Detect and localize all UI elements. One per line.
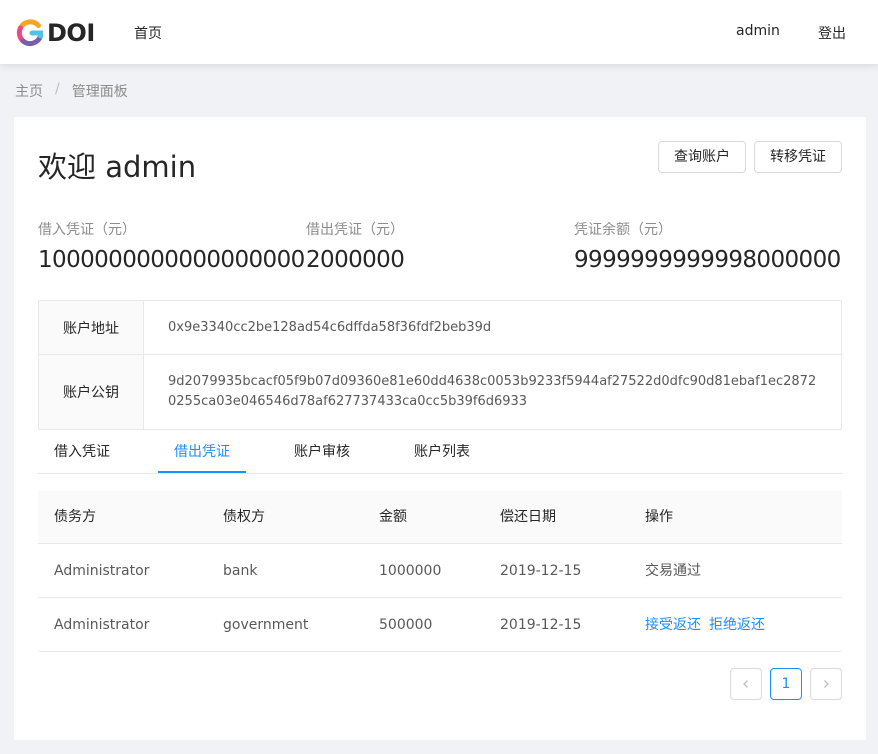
- current-user: admin: [736, 23, 780, 39]
- chevron-right-icon: [824, 680, 829, 688]
- table-row: Administrator government 500000 2019-12-…: [38, 598, 842, 652]
- logout-link[interactable]: 登出: [818, 23, 846, 43]
- dashboard-card: 欢迎 admin 查询账户 转移凭证 借入凭证（元） 1000000000000…: [14, 117, 866, 740]
- voucher-table: 债务方 债权方 金额 偿还日期 操作 Administrator bank 10…: [38, 491, 842, 652]
- stat-lent: 借出凭证（元） 2000000: [306, 219, 405, 273]
- transfer-voucher-button[interactable]: 转移凭证: [754, 141, 842, 173]
- column-header-debtor: 债务方: [54, 509, 96, 525]
- tab-lent[interactable]: 借出凭证: [158, 430, 246, 473]
- table-row: Administrator bank 1000000 2019-12-15 交易…: [38, 544, 842, 598]
- pagination-page-1[interactable]: 1: [770, 668, 802, 700]
- accept-return-link[interactable]: 接受返还: [645, 617, 701, 633]
- breadcrumb-dashboard: 管理面板: [71, 84, 128, 100]
- nav-home[interactable]: 首页: [134, 23, 162, 43]
- column-header-amount: 金额: [379, 509, 407, 525]
- account-address-row: 账户地址 0x9e3340cc2be128ad54c6dffda58f36fdf…: [39, 301, 841, 355]
- stat-label: 凭证余额（元）: [574, 222, 672, 238]
- cell-creditor: bank: [223, 563, 258, 579]
- cell-status: 交易通过: [645, 563, 701, 579]
- column-header-creditor: 债权方: [223, 509, 265, 525]
- cell-date: 2019-12-15: [500, 617, 582, 633]
- account-pubkey-value: 9d2079935bcacf05f9b07d09360e81e60dd4638c…: [168, 374, 817, 409]
- tab-account-list[interactable]: 账户列表: [398, 430, 486, 473]
- breadcrumb-separator: /: [55, 81, 60, 97]
- cell-amount: 1000000: [379, 563, 442, 579]
- cell-creditor: government: [223, 617, 309, 633]
- cell-date: 2019-12-15: [500, 563, 582, 579]
- stat-value: 9999999999998000000: [574, 247, 841, 273]
- column-header-date: 偿还日期: [500, 509, 556, 525]
- stat-borrowed: 借入凭证（元） 1000000000000000000: [38, 219, 305, 273]
- account-address-label: 账户地址: [39, 301, 144, 354]
- top-navbar: DOI 首页 admin 登出: [0, 0, 878, 64]
- table-header-row: 债务方 债权方 金额 偿还日期 操作: [38, 491, 842, 544]
- cell-debtor: Administrator: [54, 617, 150, 633]
- chevron-left-icon: [743, 680, 748, 688]
- voucher-tabs: 借入凭证 借出凭证 账户审核 账户列表: [38, 430, 842, 474]
- stat-balance: 凭证余额（元） 9999999999998000000: [574, 219, 841, 273]
- logo-g-icon: [16, 19, 43, 47]
- stat-value: 1000000000000000000: [38, 247, 305, 273]
- account-address-value: 0x9e3340cc2be128ad54c6dffda58f36fdf2beb3…: [168, 319, 492, 335]
- account-info-table: 账户地址 0x9e3340cc2be128ad54c6dffda58f36fdf…: [38, 300, 842, 430]
- stat-label: 借出凭证（元）: [306, 222, 404, 238]
- tab-account-review[interactable]: 账户审核: [278, 430, 366, 473]
- cell-debtor: Administrator: [54, 563, 150, 579]
- page-title: 欢迎 admin: [38, 150, 197, 184]
- account-pubkey-row: 账户公钥 9d2079935bcacf05f9b07d09360e81e60dd…: [39, 355, 841, 429]
- tab-borrowed[interactable]: 借入凭证: [38, 430, 126, 473]
- stat-value: 2000000: [306, 247, 405, 273]
- pagination-next-button[interactable]: [810, 668, 842, 700]
- logo[interactable]: DOI: [16, 18, 95, 48]
- column-header-action: 操作: [645, 509, 673, 525]
- stat-label: 借入凭证（元）: [38, 222, 136, 238]
- breadcrumb-home[interactable]: 主页: [15, 81, 43, 101]
- pagination-prev-button[interactable]: [730, 668, 762, 700]
- breadcrumb: 主页 / 管理面板: [15, 81, 128, 101]
- cell-actions: 接受返还 拒绝返还: [645, 598, 765, 652]
- cell-amount: 500000: [379, 617, 433, 633]
- logo-text: DOI: [47, 19, 95, 47]
- reject-return-link[interactable]: 拒绝返还: [709, 617, 765, 633]
- account-pubkey-label: 账户公钥: [39, 355, 144, 429]
- query-account-button[interactable]: 查询账户: [658, 141, 746, 173]
